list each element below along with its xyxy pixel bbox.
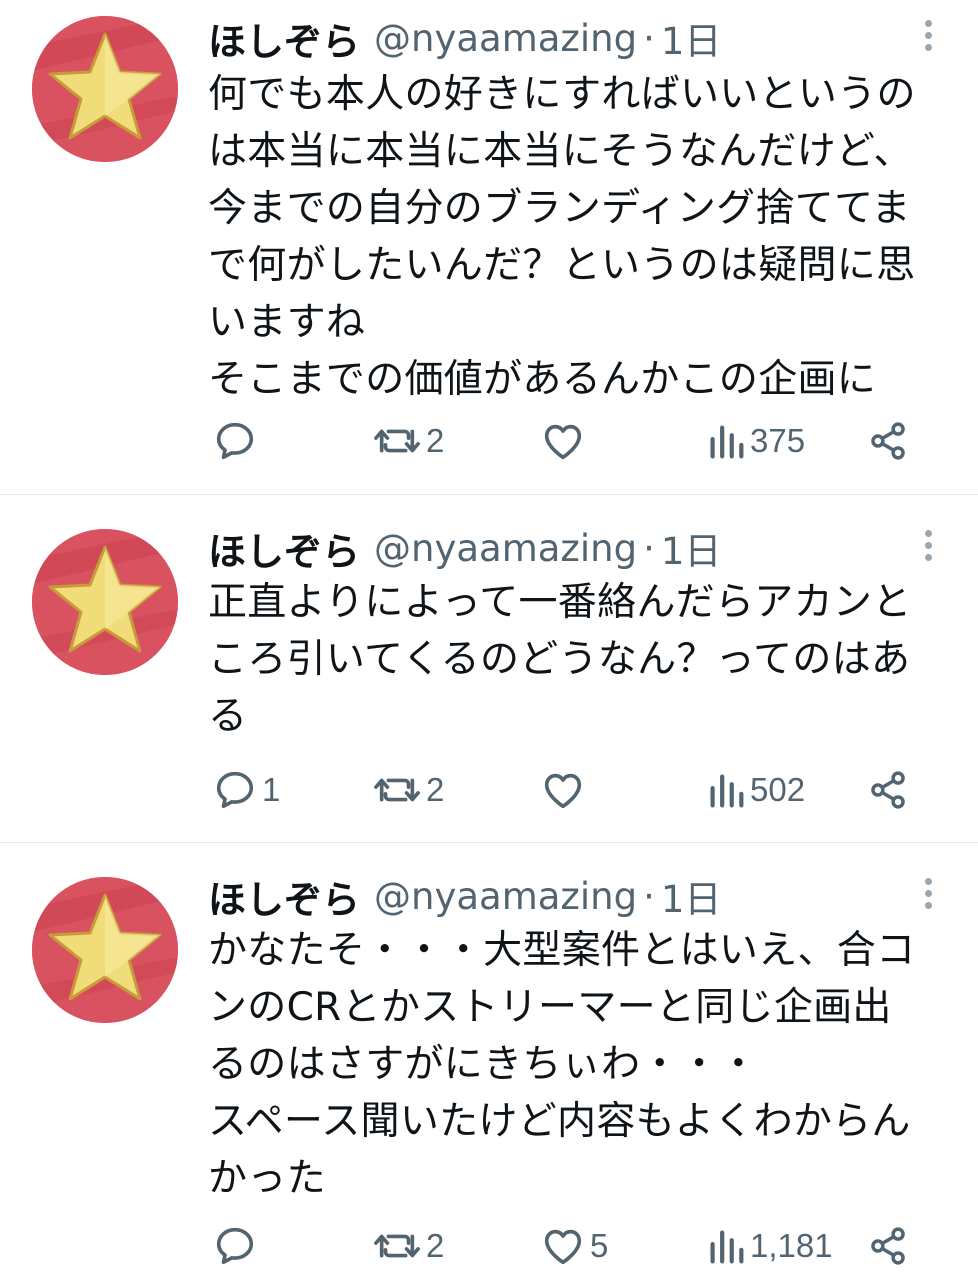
tweet-text: かなたそ・・・大型案件とはいえ、合コ ンのCRとかストリーマーと同じ企画出 るの…	[208, 922, 948, 1207]
tweet-text-line: かなたそ・・・大型案件とはいえ、合コ	[208, 928, 916, 973]
views-button[interactable]: 1,181	[706, 1219, 833, 1273]
separator: ·	[643, 874, 655, 918]
retweet-count: 2	[426, 422, 445, 459]
separator: ·	[643, 16, 655, 60]
retweet-icon	[374, 1234, 420, 1258]
tweet-text-line: いますね	[208, 300, 366, 345]
share-icon	[871, 771, 905, 809]
like-button[interactable]	[540, 414, 590, 468]
tweet-text: 正直よりによって一番絡んだらアカンと ころ引いてくるのどうなん？ってのはあ る	[208, 574, 948, 745]
retweet-button[interactable]: 2	[372, 414, 444, 468]
display-name[interactable]: ほしぞら	[208, 869, 360, 924]
retweet-count: 2	[426, 771, 445, 808]
tweet-header: ほしぞら @nyaamazing · 1日	[208, 870, 721, 922]
views-count: 502	[750, 771, 806, 808]
avatar[interactable]	[32, 529, 178, 675]
tweet-text-line: ころ引いてくるのどうなん？ってのはあ	[208, 637, 911, 682]
action-bar: 1 2 502	[0, 763, 978, 817]
tweet-text-line: スペース聞いたけど内容もよくわからん	[208, 1099, 911, 1144]
user-handle[interactable]: @nyaamazing	[374, 875, 637, 918]
views-count: 375	[750, 422, 806, 459]
tweet-header: ほしぞら @nyaamazing · 1日	[208, 12, 721, 64]
retweet-button[interactable]: 2	[372, 763, 444, 817]
tweet-3[interactable]: ほしぞら @nyaamazing · 1日 かなたそ・・・大型案件とはいえ、合コ…	[0, 842, 978, 1280]
reply-icon	[216, 422, 254, 460]
tweet-text-line: そこまでの価値があるんかこの企画に	[208, 357, 877, 402]
views-chart-icon	[710, 774, 744, 808]
tweet-text-line: るのはさすがにきちぃわ・・・	[208, 1042, 759, 1087]
tweet-text-line: ンのCRとかストリーマーと同じ企画出	[208, 985, 892, 1030]
reply-icon	[216, 771, 254, 809]
tweet-text-line: る	[208, 694, 248, 739]
reply-count: 1	[262, 771, 281, 808]
share-icon	[871, 1227, 905, 1265]
tweet-text-line: 何でも本人の好きにすればいいというの	[208, 72, 916, 117]
star-avatar-icon	[32, 16, 178, 162]
retweet-count: 2	[426, 1227, 445, 1264]
star-avatar-icon	[32, 529, 178, 675]
more-vertical-icon[interactable]	[922, 878, 934, 914]
tweet-text-line: 今までの自分のブランディング捨ててま	[208, 186, 911, 231]
tweet-text: 何でも本人の好きにすればいいというの は本当に本当に本当にそうなんだけど、 今ま…	[208, 66, 948, 408]
reply-button[interactable]	[212, 1219, 262, 1273]
action-bar: 2 375	[0, 414, 978, 468]
heart-icon	[544, 424, 582, 460]
retweet-icon	[374, 429, 420, 453]
avatar[interactable]	[32, 877, 178, 1023]
tweet-text-line: かった	[208, 1156, 326, 1201]
views-count: 1,181	[750, 1227, 833, 1264]
views-button[interactable]: 375	[706, 414, 805, 468]
share-button[interactable]	[866, 1219, 910, 1273]
heart-icon	[544, 773, 582, 809]
action-bar: 2 5 1,181	[0, 1219, 978, 1273]
views-chart-icon	[710, 425, 744, 459]
reply-icon	[216, 1227, 254, 1265]
tweet-text-line: は本当に本当に本当にそうなんだけど、	[208, 129, 913, 174]
more-vertical-icon[interactable]	[922, 530, 934, 566]
share-button[interactable]	[866, 414, 910, 468]
heart-icon	[544, 1229, 582, 1265]
like-button[interactable]: 5	[540, 1219, 608, 1273]
tweet-header: ほしぞら @nyaamazing · 1日	[208, 522, 721, 574]
retweet-button[interactable]: 2	[372, 1219, 444, 1273]
display-name[interactable]: ほしぞら	[208, 11, 360, 66]
like-count: 5	[590, 1227, 609, 1264]
share-button[interactable]	[866, 763, 910, 817]
timestamp[interactable]: 1日	[661, 869, 722, 923]
views-button[interactable]: 502	[706, 763, 805, 817]
user-handle[interactable]: @nyaamazing	[374, 17, 637, 60]
share-icon	[871, 422, 905, 460]
reply-button[interactable]: 1	[212, 763, 280, 817]
more-vertical-icon[interactable]	[922, 20, 934, 56]
like-button[interactable]	[540, 763, 590, 817]
reply-button[interactable]	[212, 414, 262, 468]
tweet-2[interactable]: ほしぞら @nyaamazing · 1日 正直よりによって一番絡んだらアカンと…	[0, 494, 978, 842]
avatar[interactable]	[32, 16, 178, 162]
views-chart-icon	[710, 1230, 744, 1264]
user-handle[interactable]: @nyaamazing	[374, 527, 637, 570]
star-avatar-icon	[32, 877, 178, 1023]
timestamp[interactable]: 1日	[661, 521, 722, 575]
display-name[interactable]: ほしぞら	[208, 521, 360, 576]
separator: ·	[643, 526, 655, 570]
timestamp[interactable]: 1日	[661, 11, 722, 65]
tweet-1[interactable]: ほしぞら @nyaamazing · 1日 何でも本人の好きにすればいいというの…	[0, 0, 978, 494]
tweet-text-line: で何がしたいんだ？というのは疑問に思	[208, 243, 916, 288]
retweet-icon	[374, 778, 420, 802]
tweet-text-line: 正直よりによって一番絡んだらアカンと	[208, 580, 912, 625]
